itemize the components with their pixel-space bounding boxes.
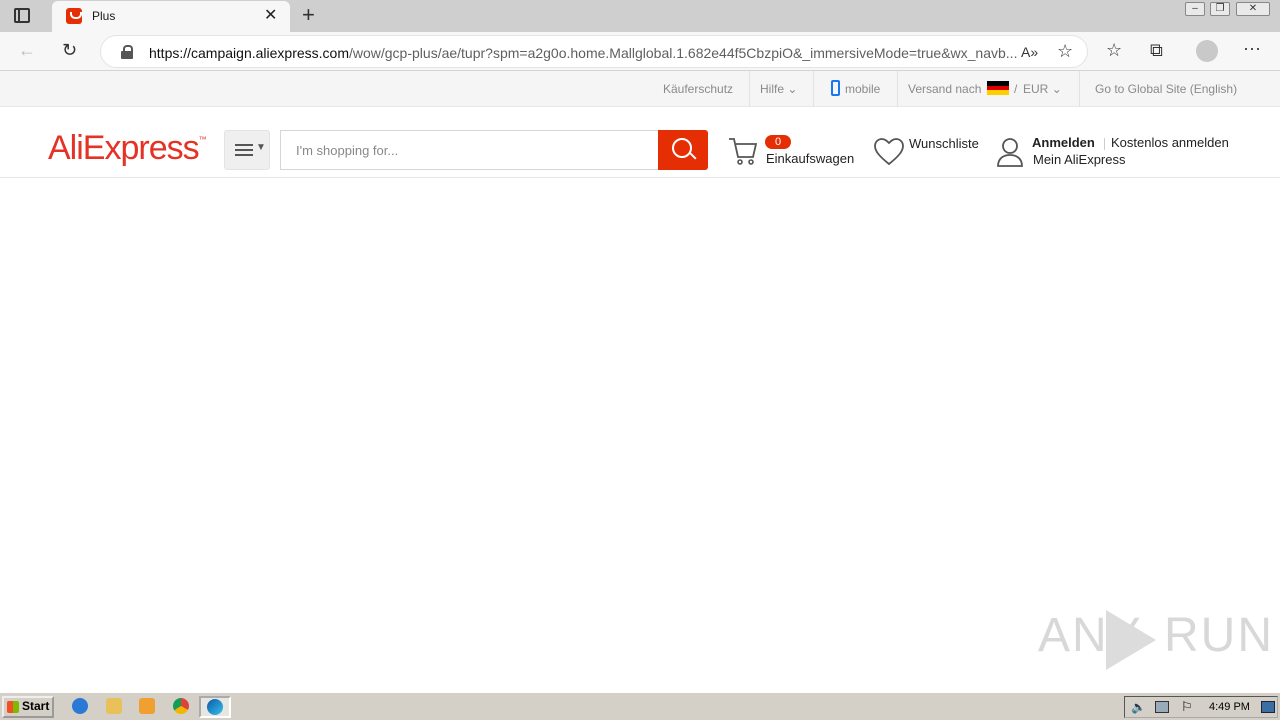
my-account-link[interactable]: Mein AliExpress [1033,152,1125,167]
categories-menu-button[interactable]: ▼ [224,130,270,170]
chrome-icon[interactable] [173,698,189,714]
hamburger-icon [235,144,253,156]
cart-link[interactable]: Einkaufswagen [766,151,854,166]
chevron-down-icon: ⌄ [787,82,798,96]
start-button[interactable]: Start [2,696,54,718]
edge-icon [207,699,223,715]
taskbar-clock[interactable]: 4:49 PM [1209,701,1250,713]
divider [749,71,750,107]
read-aloud-icon[interactable]: A» [1021,43,1038,61]
caret-down-icon: ▼ [256,142,266,153]
system-tray: 🔈 ⚐ 4:49 PM [1124,696,1278,718]
more-options-icon[interactable]: ··· [1243,39,1261,57]
edge-taskbar-button[interactable] [199,696,231,718]
volume-icon[interactable]: 🔈 [1131,700,1146,714]
mobile-link[interactable]: mobile [845,82,880,96]
url-text: https://campaign.aliexpress.com/wow/gcp-… [149,45,1018,61]
show-desktop-icon[interactable] [1261,701,1275,713]
shopping-cart-icon[interactable] [727,135,759,167]
wishlist-link[interactable]: Wunschliste [909,136,979,151]
currency-selector[interactable]: EUR ⌄ [1023,82,1062,96]
tab-close-icon[interactable]: ✕ [264,7,277,25]
windows-logo-icon [7,701,19,713]
address-bar[interactable]: https://campaign.aliexpress.com/wow/gcp-… [100,35,1088,68]
windows-taskbar: Start 🔈 ⚐ 4:49 PM [0,692,1280,720]
site-header: AliExpress™ ▼ 0 Einkaufswagen Wunschlist… [0,107,1280,178]
tab-title: Plus [92,9,116,23]
restore-window-icon[interactable]: ❐ [1210,2,1230,16]
help-menu[interactable]: Hilfe ⌄ [760,82,797,96]
chevron-down-icon: ⌄ [1051,82,1062,96]
browser-tab-bar: Plus ✕ + – ❐ ✕ [0,0,1280,32]
close-window-icon[interactable]: ✕ [1236,2,1270,16]
mobile-phone-icon [831,80,840,96]
anyrun-watermark-right: RUN [1164,609,1274,662]
screen: Plus ✕ + – ❐ ✕ ← ↻ https://campaign.alie… [0,0,1280,720]
currency-separator: / [1014,82,1018,96]
site-top-bar: Käuferschutz Hilfe ⌄ mobile Versand nach… [0,71,1280,107]
back-arrow-icon[interactable]: ← [18,41,36,59]
search-button[interactable] [658,130,708,170]
anyrun-play-icon [1106,610,1156,670]
media-player-icon[interactable] [139,698,155,714]
cart-count-badge: 0 [765,135,791,149]
register-link[interactable]: Kostenlos anmelden [1111,135,1229,150]
search-icon [672,138,692,158]
ship-to-label[interactable]: Versand nach [908,82,981,96]
refresh-icon[interactable]: ↻ [62,41,77,59]
new-tab-icon[interactable]: + [302,4,315,26]
heart-icon[interactable] [873,137,905,167]
global-site-link[interactable]: Go to Global Site (English) [1095,82,1237,96]
lock-icon [121,45,133,59]
add-favorite-icon[interactable]: ☆ [1057,42,1073,60]
search-input[interactable] [280,130,659,170]
user-icon[interactable] [996,136,1024,168]
buyer-protection-link[interactable]: Käuferschutz [663,82,733,96]
minimize-window-icon[interactable]: – [1185,2,1205,16]
profile-avatar-icon[interactable] [1196,40,1218,62]
divider [1079,71,1080,107]
aliexpress-favicon-icon [66,8,82,24]
internet-explorer-icon[interactable] [72,698,88,714]
divider [813,71,814,107]
file-explorer-icon[interactable] [106,698,122,714]
aliexpress-logo[interactable]: AliExpress™ [48,129,207,168]
network-icon[interactable] [1155,701,1169,713]
favorites-icon[interactable]: ☆ [1106,41,1122,59]
signin-link[interactable]: Anmelden [1032,135,1095,150]
browser-toolbar: ← ↻ https://campaign.aliexpress.com/wow/… [0,32,1280,71]
germany-flag-icon [987,81,1009,95]
divider [897,71,898,107]
divider [1104,138,1105,150]
browser-tab-active[interactable]: Plus ✕ [52,1,290,32]
flag-icon[interactable]: ⚐ [1181,699,1193,715]
collections-icon[interactable]: ⧉ [1150,41,1163,59]
tab-actions-icon[interactable] [14,8,30,23]
